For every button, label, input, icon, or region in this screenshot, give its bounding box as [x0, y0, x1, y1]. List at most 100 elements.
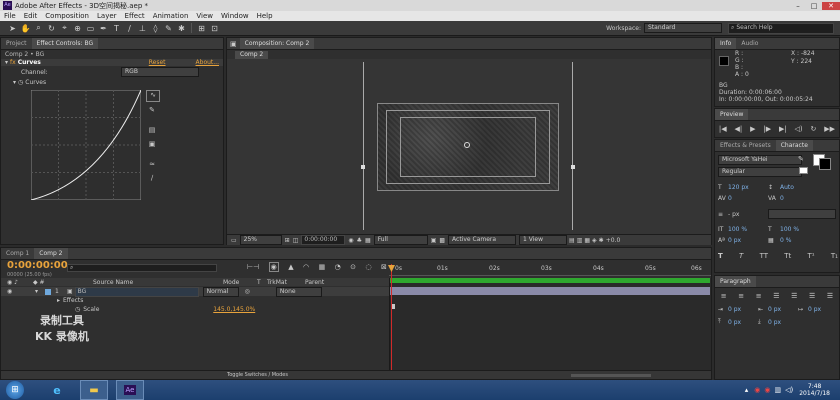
indent-first-value[interactable]: 0 px — [808, 306, 821, 313]
track-area[interactable] — [389, 278, 711, 370]
all-caps-icon[interactable]: TT — [760, 252, 768, 260]
exposure-icon[interactable]: ✱ — [599, 237, 604, 244]
next-frame-icon[interactable]: |▶ — [763, 125, 771, 133]
last-frame-icon[interactable]: ▶| — [779, 125, 787, 133]
toggle-switches-button[interactable]: Toggle Switches / Modes — [227, 372, 288, 378]
tab-audio[interactable]: Audio — [736, 38, 763, 49]
effects-group-row[interactable]: ▸ Effects — [57, 296, 83, 304]
kerning-value[interactable]: 0 — [728, 195, 768, 202]
curves-graph[interactable] — [31, 90, 141, 200]
layer-name-field[interactable]: BG — [74, 286, 199, 297]
align-left-icon[interactable]: ≡ — [721, 292, 727, 300]
playhead[interactable] — [391, 264, 392, 370]
zoom-tool-icon[interactable]: ⌕ — [33, 23, 44, 34]
resolution-dropdown[interactable]: Full — [373, 235, 428, 245]
brainstorm-icon[interactable]: ⊙ — [350, 263, 356, 271]
indent-right-value[interactable]: 0 px — [768, 306, 798, 313]
always-preview-icon[interactable]: ▭ — [231, 237, 237, 244]
space-before-value[interactable]: 0 px — [728, 319, 758, 326]
flowchart-icon[interactable]: ◈ — [592, 237, 597, 244]
pan-behind-tool-icon[interactable]: ⊕ — [72, 23, 83, 34]
workspace-dropdown[interactable]: Standard — [644, 23, 722, 33]
network-icon[interactable]: ▥ — [774, 386, 781, 394]
expand-triangle-icon[interactable]: ▾ — [13, 79, 16, 86]
play-icon[interactable]: ▶ — [750, 125, 755, 133]
hand-tool-icon[interactable]: ✋ — [20, 23, 31, 34]
menu-layer[interactable]: Layer — [93, 12, 121, 20]
frame-blending-icon[interactable]: ▦ — [319, 263, 326, 271]
rectangle-tool-icon[interactable]: ▭ — [85, 23, 96, 34]
pencil-icon[interactable]: ✎ — [146, 106, 158, 116]
show-snapshot-icon[interactable]: ♣ — [357, 237, 362, 244]
layer-duration-bar[interactable] — [390, 287, 710, 295]
justify-left-icon[interactable]: ☰ — [773, 292, 779, 300]
work-area-bar[interactable] — [390, 278, 710, 283]
stroke-type-dropdown[interactable] — [768, 209, 836, 219]
baseline-value[interactable]: 0 px — [728, 237, 768, 244]
tracking-value[interactable]: 0 — [780, 195, 784, 202]
tab-comp2[interactable]: Comp 2 — [34, 248, 68, 259]
clone-tool-icon[interactable]: ⊥ — [137, 23, 148, 34]
fx-icon[interactable]: fx — [10, 59, 16, 66]
first-frame-icon[interactable]: |◀ — [719, 125, 727, 133]
indent-left-value[interactable]: 0 px — [728, 306, 758, 313]
layer-switch-icon[interactable]: ◎ — [245, 288, 250, 295]
layer-expand-icon[interactable]: ▾ — [35, 288, 45, 295]
col-source-name[interactable]: Source Name — [93, 279, 223, 286]
font-dropdown[interactable]: Microsoft YaHei — [718, 155, 802, 165]
tray-app-icon[interactable]: ◉ — [754, 386, 760, 394]
motion-blur-icon[interactable]: ◔ — [335, 263, 341, 271]
faux-bold-icon[interactable]: T — [718, 252, 723, 260]
views-dropdown[interactable]: 1 View — [519, 235, 568, 245]
reset-curve-icon[interactable]: ∕ — [146, 174, 158, 184]
channel-icon[interactable]: ▦ — [365, 237, 371, 244]
maximize-icon[interactable]: □ — [806, 2, 822, 10]
curve-bezier-icon[interactable]: ∿ — [146, 90, 160, 102]
lock-icon[interactable]: ▣ — [227, 40, 240, 48]
pen-tool-icon[interactable]: ✒ — [98, 23, 109, 34]
tray-expand-icon[interactable]: ▴ — [745, 386, 749, 394]
ae-taskbar-icon[interactable]: Ae — [116, 380, 144, 400]
menu-edit[interactable]: Edit — [20, 12, 42, 20]
tab-paragraph[interactable]: Paragraph — [715, 276, 756, 287]
eyedropper-icon[interactable]: ✎ — [798, 155, 804, 163]
leading-value[interactable]: Auto — [780, 184, 794, 191]
col-trkmat[interactable]: TrkMat — [267, 279, 305, 286]
volume-icon[interactable]: ◁) — [785, 386, 793, 394]
handle-left[interactable] — [361, 165, 365, 169]
horizontal-scale-value[interactable]: 100 % — [780, 226, 799, 233]
stroke-width-value[interactable]: - px — [728, 211, 768, 218]
stopwatch-icon[interactable]: ◷ — [18, 79, 23, 86]
save-icon[interactable]: ▣ — [146, 140, 158, 150]
curves-effect-row[interactable]: ▾ fx Curves Reset About... — [1, 59, 223, 66]
bg-layer-image[interactable] — [377, 103, 559, 191]
handle-right[interactable] — [571, 165, 575, 169]
loop-icon[interactable]: ↻ — [811, 125, 817, 133]
clock[interactable]: 7:48 2014/7/18 — [799, 383, 830, 397]
transparency-grid-icon[interactable]: ▩ — [439, 237, 445, 244]
fast-preview-icon[interactable]: ▥ — [577, 237, 583, 244]
col-parent[interactable]: Parent — [305, 279, 324, 286]
menu-help[interactable]: Help — [253, 12, 277, 20]
align-right-icon[interactable]: ≡ — [756, 292, 762, 300]
roto-tool-icon[interactable]: ✎ — [163, 23, 174, 34]
time-ruler[interactable]: 0s 01s 02s 03s 04s 05s 06s — [389, 264, 711, 276]
tab-comp1[interactable]: Comp 1 — [1, 248, 34, 259]
zoom-dropdown[interactable]: 25% — [239, 235, 282, 245]
menu-animation[interactable]: Animation — [149, 12, 193, 20]
layer-parent-dropdown[interactable]: None — [275, 286, 322, 297]
layer-row[interactable]: ◉ ▾ 1 ▣ BG Normal ◎ None — [1, 286, 389, 297]
close-icon[interactable]: ✕ — [822, 1, 840, 10]
camera-tool-icon[interactable]: ⌖ — [59, 23, 70, 34]
tray-app-icon-2[interactable]: ◉ — [764, 386, 770, 394]
viewer-area[interactable] — [227, 59, 711, 234]
exposure-value[interactable]: +0.0 — [606, 237, 621, 244]
col-mode[interactable]: Mode — [223, 279, 257, 286]
justify-right-icon[interactable]: ☰ — [809, 292, 815, 300]
ram-preview-icon[interactable]: ▶▶ — [824, 125, 835, 133]
grid-icon[interactable]: ⊞ — [285, 237, 290, 244]
brush-tool-icon[interactable]: ∕ — [124, 23, 135, 34]
tab-info[interactable]: Info — [715, 38, 737, 49]
eraser-tool-icon[interactable]: ◊ — [150, 23, 161, 34]
tab-character[interactable]: Characte — [775, 140, 813, 151]
